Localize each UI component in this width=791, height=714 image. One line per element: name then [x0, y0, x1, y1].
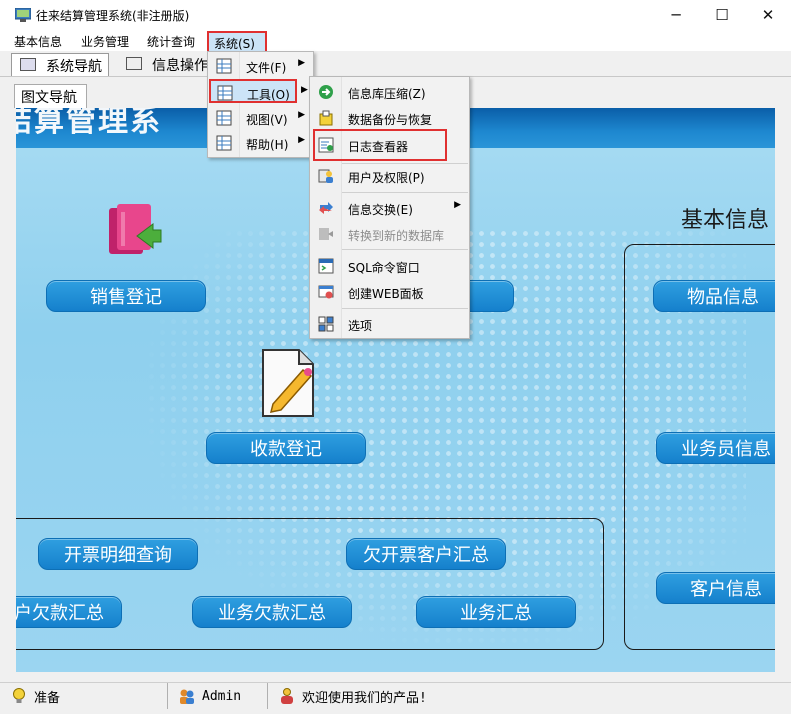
submenu-arrow-icon: ▶ [298, 58, 305, 68]
unbilled-customer-summary-button[interactable]: 欠开票客户汇总 [346, 538, 506, 570]
menu-item-file[interactable]: 文件(F) ▶ [210, 54, 311, 78]
grid-icon [217, 85, 233, 101]
menu-item-label: 工具(O) [247, 88, 290, 102]
menu-business[interactable]: 业务管理 [81, 33, 129, 50]
app-window: 往来结算管理系统(非注册版) ─ ☐ ✕ 基本信息 业务管理 统计查询 系统(S… [0, 0, 791, 714]
menu-item-compress-db[interactable]: 信息库压缩(Z) [312, 80, 467, 104]
menu-item-create-web-panel[interactable]: 创建WEB面板 [312, 280, 467, 304]
customer-debt-summary-button[interactable]: 户欠款汇总 [16, 596, 122, 628]
title-bar: 往来结算管理系统(非注册版) ─ ☐ ✕ [0, 0, 791, 30]
menu-item-label: 用户及权限(P) [348, 171, 425, 185]
menu-item-label: 数据备份与恢复 [348, 113, 433, 127]
menu-item-info-exchange[interactable]: 信息交换(E) ▶ [312, 196, 467, 220]
basic-info-heading: 基本信息 [681, 208, 770, 233]
maximize-button[interactable]: ☐ [699, 0, 745, 30]
tab-system-nav[interactable]: 系统导航 [11, 53, 109, 76]
menu-item-options[interactable]: 选项 [312, 312, 467, 336]
menu-item-log-viewer[interactable]: 日志查看器 [316, 133, 446, 157]
menu-separator [342, 192, 468, 193]
people-icon [281, 688, 293, 704]
tab-strip: 系统导航 信息操作 [0, 51, 791, 77]
status-ready-text: 准备 [34, 690, 61, 706]
menu-item-user-permissions[interactable]: 用户及权限(P) [312, 164, 467, 188]
menu-separator [342, 308, 468, 309]
app-icon [15, 8, 31, 22]
customer-info-button[interactable]: 客户信息 [656, 572, 775, 604]
menu-item-label: 文件(F) [246, 61, 287, 75]
menu-item-label: 信息交换(E) [348, 203, 413, 217]
business-summary-button[interactable]: 业务汇总 [416, 596, 576, 628]
menu-item-label: 创建WEB面板 [348, 287, 424, 301]
menu-bar: 基本信息 业务管理 统计查询 系统(S) [0, 30, 791, 54]
options-icon [318, 316, 334, 332]
window-title: 往来结算管理系统(非注册版) [36, 9, 190, 23]
menu-item-tools[interactable]: 工具(O) [209, 79, 297, 103]
menu-item-convert-db: 转换到新的数据库 [312, 222, 467, 246]
users-icon [180, 689, 194, 704]
menu-item-backup-restore[interactable]: 数据备份与恢复 [312, 106, 467, 130]
edit-document-icon [262, 349, 314, 417]
grid-icon [216, 135, 232, 151]
log-icon [318, 137, 334, 153]
item-info-button[interactable]: 物品信息 [653, 280, 775, 312]
tab-label: 信息操作 [152, 58, 208, 74]
business-debt-summary-button[interactable]: 业务欠款汇总 [192, 596, 352, 628]
tab-graphic-nav[interactable]: 图文导航 [14, 84, 87, 108]
status-ready: 准备 [0, 683, 168, 709]
folder-export-icon [109, 204, 162, 254]
menu-item-label: 视图(V) [246, 113, 288, 127]
salesman-info-button[interactable]: 业务员信息 [656, 432, 775, 464]
payment-register-button[interactable]: 收款登记 [206, 432, 366, 464]
status-bar: 准备 Admin 欢迎使用我们的产品! [0, 682, 791, 714]
backup-icon [319, 110, 333, 126]
left-edge-panel [0, 108, 16, 682]
menu-item-label: 选项 [348, 319, 373, 333]
submenu-arrow-icon: ▶ [301, 85, 308, 95]
menu-separator [342, 249, 468, 250]
menu-item-label: 转换到新的数据库 [348, 229, 445, 243]
web-panel-icon [318, 285, 334, 299]
status-welcome: 欢迎使用我们的产品! [268, 683, 791, 709]
menu-item-sql-window[interactable]: SQL命令窗口 [312, 254, 467, 278]
convert-db-icon [319, 228, 333, 240]
menu-statistics[interactable]: 统计查询 [147, 33, 195, 50]
submenu-arrow-icon: ▶ [298, 135, 305, 145]
table-icon [126, 57, 142, 70]
invoice-detail-query-button[interactable]: 开票明细查询 [38, 538, 198, 570]
close-button[interactable]: ✕ [745, 0, 791, 30]
compress-icon [319, 85, 333, 99]
submenu-arrow-icon: ▶ [298, 110, 305, 120]
menu-basic-info[interactable]: 基本信息 [14, 33, 62, 50]
grid-icon [216, 58, 232, 74]
sql-window-icon [318, 258, 334, 274]
status-user: Admin [168, 683, 268, 709]
user-permission-icon [318, 169, 333, 183]
grid-icon [216, 110, 232, 126]
tools-submenu-dropdown: 信息库压缩(Z) 数据备份与恢复 日志查看器 用户及权限(P) 信息交换(E) … [309, 76, 470, 339]
status-welcome-text: 欢迎使用我们的产品! [302, 690, 427, 706]
banner-title: 结算管理系 [16, 108, 162, 139]
exchange-icon [319, 202, 333, 214]
window-icon [20, 58, 36, 71]
lightbulb-icon [13, 688, 25, 703]
menu-item-label: 日志查看器 [348, 140, 409, 154]
menu-item-label: SQL命令窗口 [348, 261, 420, 275]
menu-item-label: 信息库压缩(Z) [348, 87, 426, 101]
tab-label: 系统导航 [46, 59, 102, 75]
system-menu-dropdown: 文件(F) ▶ 工具(O) ▶ 视图(V) ▶ 帮助(H) ▶ [207, 51, 314, 158]
menu-item-label: 帮助(H) [246, 138, 289, 152]
tab-info-ops[interactable]: 信息操作 [118, 53, 216, 76]
status-user-text: Admin [202, 688, 242, 704]
sales-register-button[interactable]: 销售登记 [46, 280, 206, 312]
minimize-button[interactable]: ─ [653, 0, 699, 30]
menu-item-view[interactable]: 视图(V) ▶ [210, 106, 311, 130]
submenu-arrow-icon: ▶ [454, 200, 461, 210]
menu-item-help[interactable]: 帮助(H) ▶ [210, 131, 311, 155]
